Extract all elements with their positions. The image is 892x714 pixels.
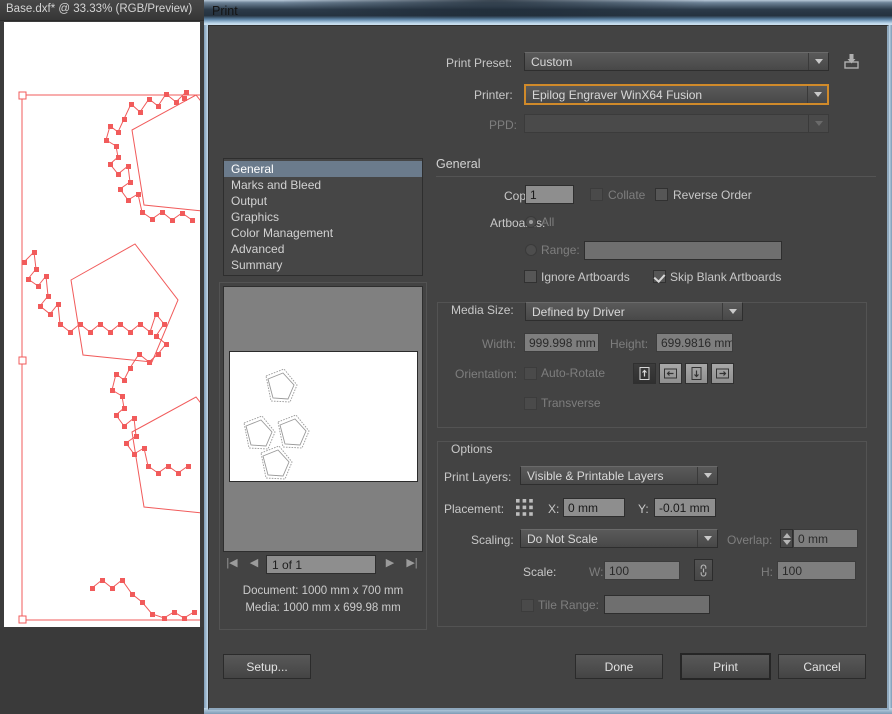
illustrator-document-window: Base.dxf* @ 33.33% (RGB/Preview) bbox=[0, 0, 204, 714]
document-tab-title[interactable]: Base.dxf* @ 33.33% (RGB/Preview) bbox=[0, 0, 204, 21]
print-dialog-body bbox=[208, 25, 889, 710]
print-dialog: Print bbox=[204, 0, 892, 714]
illustrator-canvas[interactable] bbox=[4, 22, 200, 627]
print-dialog-title: Print bbox=[212, 4, 238, 18]
print-dialog-titlebar[interactable]: Print bbox=[204, 0, 892, 27]
illustrator-status-bar bbox=[0, 627, 204, 714]
artwork-pentagons bbox=[18, 90, 200, 624]
